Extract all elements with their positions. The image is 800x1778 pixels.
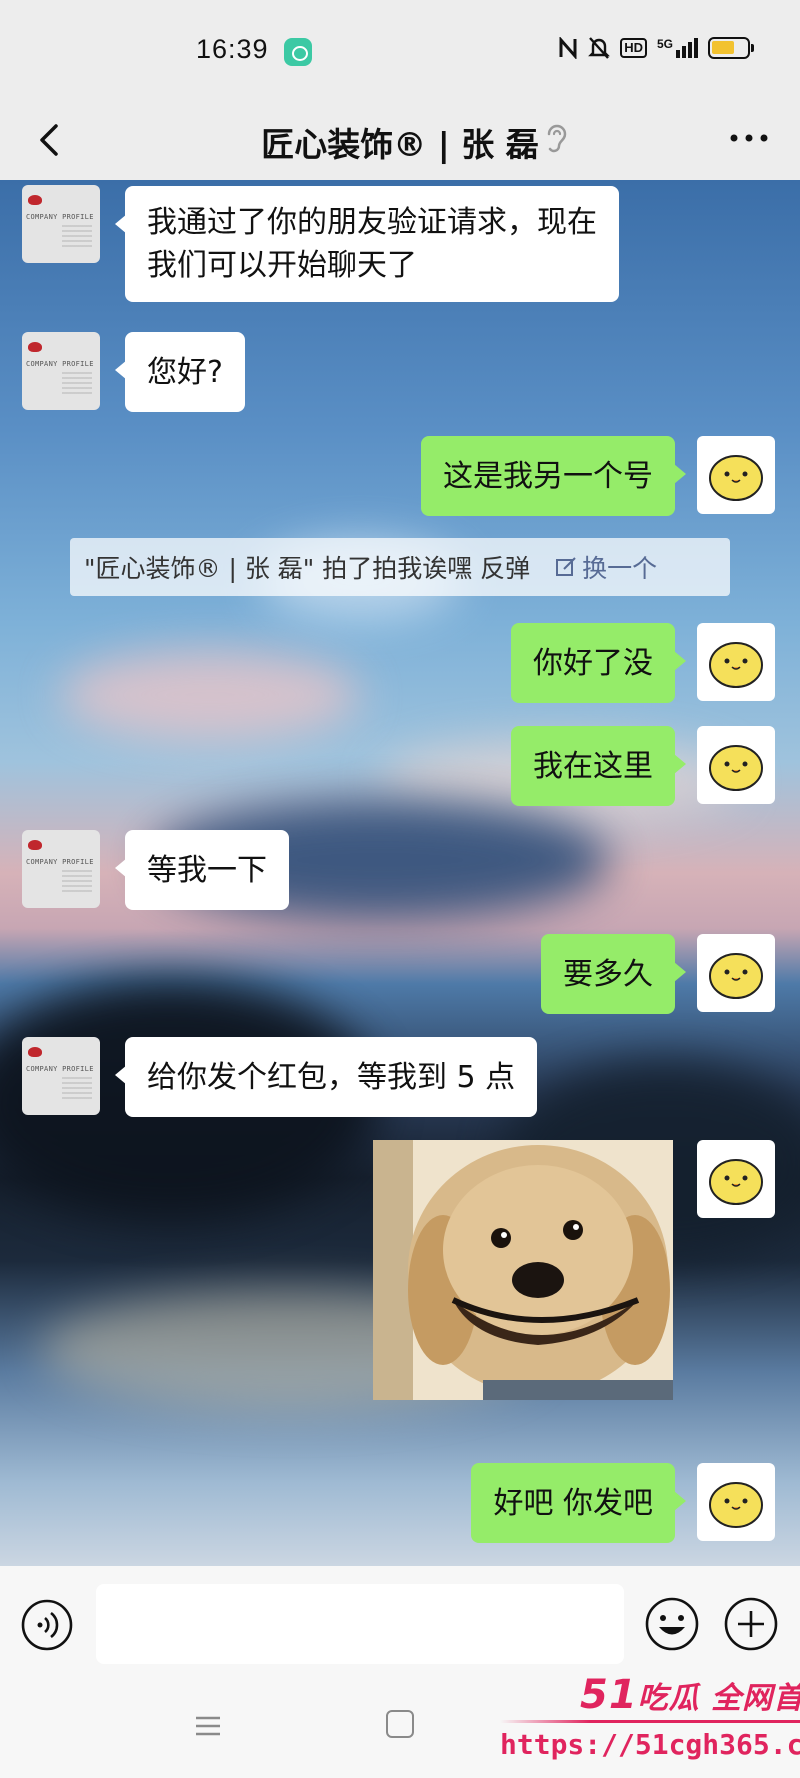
message-bubble-incoming[interactable]: 我通过了你的朋友验证请求，现在 我们可以开始聊天了 bbox=[115, 186, 619, 302]
chick-avatar-icon bbox=[709, 1159, 763, 1205]
network-label: 5G bbox=[656, 37, 673, 51]
message-text: 您好? bbox=[147, 354, 223, 390]
mute-bell-icon bbox=[588, 37, 611, 59]
message-bubble-outgoing[interactable]: 好吧 你发吧 bbox=[471, 1463, 686, 1543]
my-avatar[interactable] bbox=[697, 934, 775, 1012]
message-text: 我们可以开始聊天了 bbox=[147, 248, 417, 283]
status-icons: HD 5G bbox=[558, 36, 754, 60]
company-logo-icon bbox=[28, 195, 42, 205]
my-avatar[interactable] bbox=[697, 1463, 775, 1541]
avatar-caption: COMPANY PROFILE bbox=[26, 360, 94, 368]
chat-title: 匠心装饰® | 张 磊 bbox=[261, 125, 539, 164]
avatar-decoration bbox=[62, 225, 92, 249]
avatar-caption: COMPANY PROFILE bbox=[26, 858, 94, 866]
message-text: 你好了没 bbox=[533, 645, 653, 681]
signal-bars bbox=[676, 38, 698, 58]
voice-icon[interactable] bbox=[20, 1598, 74, 1652]
app-notification-icon bbox=[284, 38, 312, 66]
ear-icon bbox=[547, 124, 567, 153]
message-bubble-outgoing[interactable]: 要多久 bbox=[541, 934, 686, 1014]
hd-icon: HD bbox=[620, 38, 647, 58]
message-text: 这是我另一个号 bbox=[443, 458, 653, 494]
watermark-line bbox=[500, 1720, 800, 1723]
watermark: 51吃瓜 全网首发 https://51cgh365.com bbox=[500, 1672, 800, 1778]
more-dots-icon[interactable] bbox=[728, 130, 770, 146]
nfc-icon bbox=[559, 37, 577, 59]
status-bar: 16:39 HD 5G bbox=[0, 0, 800, 100]
recent-apps-icon[interactable] bbox=[194, 1712, 222, 1740]
my-avatar[interactable] bbox=[697, 1140, 775, 1218]
battery-icon bbox=[708, 37, 754, 59]
company-logo-icon bbox=[28, 342, 42, 352]
emoji-icon[interactable] bbox=[644, 1596, 700, 1652]
message-bubble-outgoing[interactable]: 这是我另一个号 bbox=[421, 436, 686, 516]
message-bubble-incoming[interactable]: 您好? bbox=[115, 332, 245, 412]
dog-sticker-image bbox=[373, 1140, 673, 1400]
input-bar bbox=[0, 1566, 800, 1684]
my-avatar[interactable] bbox=[697, 726, 775, 804]
avatar-decoration bbox=[62, 870, 92, 894]
contact-avatar[interactable]: COMPANY PROFILE bbox=[22, 332, 100, 410]
company-logo-icon bbox=[28, 840, 42, 850]
message-text: 我通过了你的朋友验证请求，现在 bbox=[147, 205, 597, 240]
pat-change-link[interactable]: 换一个 bbox=[554, 549, 657, 585]
watermark-brand: 51吃瓜 全网首发 bbox=[580, 1672, 800, 1718]
message-text: 等我一下 bbox=[147, 852, 267, 888]
chick-avatar-icon bbox=[709, 1482, 763, 1528]
message-text: 给你发个红包，等我到 5 点 bbox=[147, 1059, 516, 1095]
message-text: 好吧 你发吧 bbox=[493, 1485, 653, 1521]
company-logo-icon bbox=[28, 1047, 42, 1057]
plus-icon[interactable] bbox=[723, 1596, 779, 1652]
message-bubble-outgoing[interactable]: 我在这里 bbox=[511, 726, 686, 806]
message-text: 我在这里 bbox=[533, 748, 653, 784]
chick-avatar-icon bbox=[709, 953, 763, 999]
chat-area[interactable]: COMPANY PROFILE 我通过了你的朋友验证请求，现在 我们可以开始聊天… bbox=[0, 180, 800, 1566]
message-bubble-incoming[interactable]: 给你发个红包，等我到 5 点 bbox=[114, 1037, 538, 1117]
background-cloud bbox=[60, 650, 360, 740]
pat-notice-text: "匠心装饰® | 张 磊" 拍了拍我诶嘿 反弹 bbox=[84, 554, 531, 583]
chat-header: 匠心装饰® | 张 磊 bbox=[0, 100, 800, 180]
status-time: 16:39 bbox=[196, 34, 269, 64]
avatar-caption: COMPANY PROFILE bbox=[26, 213, 94, 221]
avatar-decoration bbox=[62, 1077, 92, 1101]
pat-change-label: 换一个 bbox=[582, 554, 658, 583]
avatar-caption: COMPANY PROFILE bbox=[26, 1065, 94, 1073]
edit-icon bbox=[556, 557, 576, 576]
chick-avatar-icon bbox=[709, 455, 763, 501]
my-avatar[interactable] bbox=[697, 623, 775, 701]
message-bubble-outgoing[interactable]: 你好了没 bbox=[511, 623, 686, 703]
contact-avatar[interactable]: COMPANY PROFILE bbox=[22, 185, 100, 263]
message-input[interactable] bbox=[96, 1584, 624, 1664]
watermark-brand-text: 吃瓜 全网首发 bbox=[637, 1681, 800, 1716]
pat-notice: "匠心装饰® | 张 磊" 拍了拍我诶嘿 反弹 换一个 bbox=[70, 538, 730, 596]
avatar-decoration bbox=[62, 372, 92, 396]
message-bubble-incoming[interactable]: 等我一下 bbox=[115, 830, 289, 910]
chick-avatar-icon bbox=[709, 745, 763, 791]
my-avatar[interactable] bbox=[697, 436, 775, 514]
watermark-url: https://51cgh365.com bbox=[500, 1728, 800, 1761]
chick-avatar-icon bbox=[709, 642, 763, 688]
contact-avatar[interactable]: COMPANY PROFILE bbox=[22, 1037, 100, 1115]
message-text: 要多久 bbox=[563, 956, 653, 992]
home-button-icon[interactable] bbox=[386, 1710, 414, 1738]
5g-signal-icon: 5G bbox=[657, 38, 698, 58]
watermark-brand-number: 51 bbox=[580, 1672, 638, 1718]
smiling-dog-sticker[interactable] bbox=[373, 1140, 673, 1400]
contact-avatar[interactable]: COMPANY PROFILE bbox=[22, 830, 100, 908]
